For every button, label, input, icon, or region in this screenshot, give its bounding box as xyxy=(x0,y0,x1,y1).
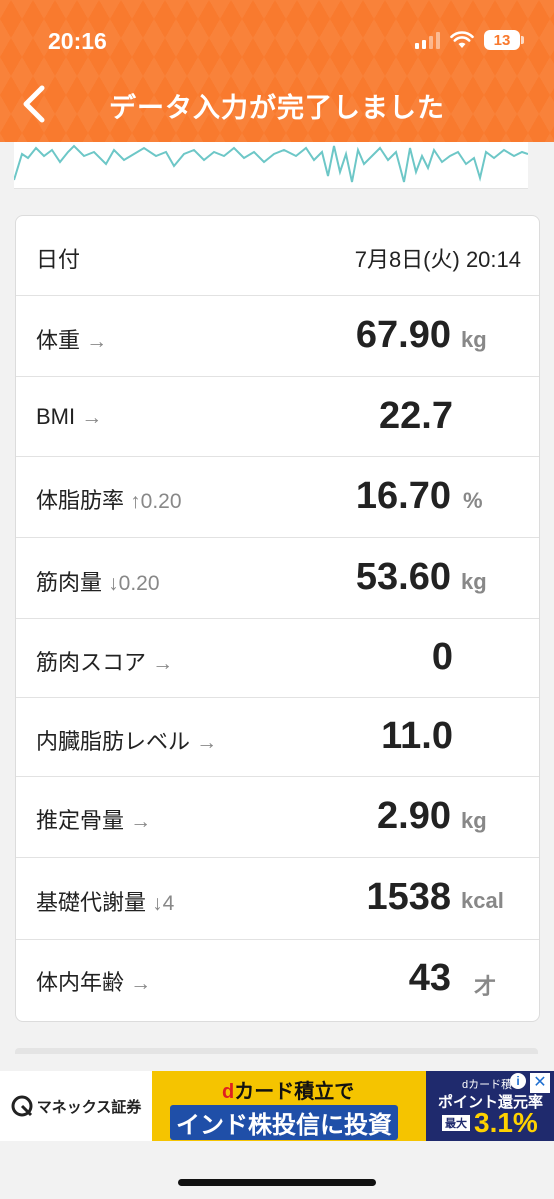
weight-trend-graph[interactable] xyxy=(14,142,528,189)
row-value: 1538 xyxy=(366,876,451,918)
date-label: 日付 xyxy=(36,247,81,272)
row-label: 内臓脂肪レベル xyxy=(36,729,191,754)
trend-arrow-icon: → xyxy=(152,652,174,675)
row-bone-mass[interactable]: 推定骨量 → 2.90 kg xyxy=(16,776,539,858)
trend-delta: 4 xyxy=(162,892,175,915)
close-icon[interactable]: ✕ xyxy=(530,1073,550,1093)
row-unit: kg xyxy=(461,808,487,833)
row-label: 筋肉量 xyxy=(36,570,103,595)
row-unit: % xyxy=(463,488,483,513)
date-value: 7月8日(火) 20:14 xyxy=(354,247,521,272)
ad-brand: マネックス証券 xyxy=(0,1071,152,1141)
trend-arrow-icon: → xyxy=(86,330,108,353)
ad-promo-rate: 3.1% xyxy=(474,1107,538,1138)
row-visceral-fat[interactable]: 内臓脂肪レベル → 11.0 xyxy=(16,697,539,777)
battery-icon: 13 xyxy=(484,30,524,50)
row-unit: kg xyxy=(461,569,487,594)
trend-down-icon: ↓ xyxy=(152,892,163,915)
row-value: 16.70 xyxy=(355,475,451,517)
ad-banner[interactable]: マネックス証券 dカード積立で インド株投信に投資 dカード積 ポイント還元率 … xyxy=(0,1071,554,1141)
status-icons: 13 xyxy=(415,30,524,50)
row-label: 基礎代謝量 xyxy=(36,890,147,915)
row-bmi[interactable]: BMI → 22.7 xyxy=(16,376,539,457)
row-value: 22.7 xyxy=(379,395,453,437)
row-label: 体重 xyxy=(36,328,81,353)
trend-delta: 0.20 xyxy=(118,572,160,595)
trend-line xyxy=(14,144,528,183)
row-value: 43 xyxy=(408,957,451,999)
row-value: 11.0 xyxy=(381,715,453,757)
ad-promo-max: 最大 xyxy=(442,1115,470,1131)
trend-arrow-icon: → xyxy=(130,972,152,995)
row-label: 体脂肪率 xyxy=(36,488,125,513)
row-body-fat[interactable]: 体脂肪率 ↑0.20 16.70 % xyxy=(16,456,539,538)
row-muscle-score[interactable]: 筋肉スコア → 0 xyxy=(16,618,539,698)
app-header: 20:16 13 データ入力が完了しました xyxy=(0,0,554,142)
row-basal-metabolism[interactable]: 基礎代謝量 ↓4 1538 kcal xyxy=(16,857,539,940)
row-label: 推定骨量 xyxy=(36,808,125,833)
row-label: BMI xyxy=(36,404,76,429)
measurement-card: 日付 7月8日(火) 20:14 体重 → 67.90 kg BMI → 22.… xyxy=(15,215,540,1022)
monex-logo-icon xyxy=(11,1095,33,1117)
row-value: 67.90 xyxy=(355,314,451,356)
ad-subline: インド株投信に投資 xyxy=(170,1105,398,1140)
row-label: 筋肉スコア xyxy=(36,650,147,675)
trend-arrow-icon: → xyxy=(81,406,103,429)
row-value: 53.60 xyxy=(355,556,451,598)
row-value: 2.90 xyxy=(377,795,451,837)
ad-headline: カード積立で xyxy=(234,1081,355,1103)
trend-arrow-icon: → xyxy=(130,810,152,833)
cellular-signal-icon xyxy=(415,31,440,49)
row-unit: 才 xyxy=(474,974,497,999)
ad-brand-name: マネックス証券 xyxy=(36,1098,142,1116)
row-unit: kg xyxy=(461,327,487,352)
ad-main: dカード積立で インド株投信に投資 xyxy=(152,1071,426,1141)
ad-promo-top: dカード積 xyxy=(462,1079,513,1091)
info-icon[interactable]: i xyxy=(510,1073,526,1089)
home-indicator xyxy=(178,1179,376,1186)
ad-headline-d: d xyxy=(222,1081,235,1103)
trend-arrow-icon: → xyxy=(196,731,218,754)
row-muscle-mass[interactable]: 筋肉量 ↓0.20 53.60 kg xyxy=(16,537,539,619)
trend-down-icon: ↓ xyxy=(108,572,119,595)
wifi-icon xyxy=(450,31,474,48)
row-value: 0 xyxy=(431,636,453,678)
row-unit: kcal xyxy=(461,888,504,913)
row-label: 体内年齢 xyxy=(36,970,125,995)
next-card-edge xyxy=(15,1048,538,1054)
status-time: 20:16 xyxy=(48,28,107,54)
row-body-age[interactable]: 体内年齢 → 43 才 xyxy=(16,939,539,1021)
trend-up-icon: ↑ xyxy=(130,490,141,513)
page-title: データ入力が完了しました xyxy=(109,93,445,123)
date-row: 日付 7月8日(火) 20:14 xyxy=(16,216,539,296)
trend-delta: 0.20 xyxy=(140,490,182,513)
row-weight[interactable]: 体重 → 67.90 kg xyxy=(16,295,539,377)
